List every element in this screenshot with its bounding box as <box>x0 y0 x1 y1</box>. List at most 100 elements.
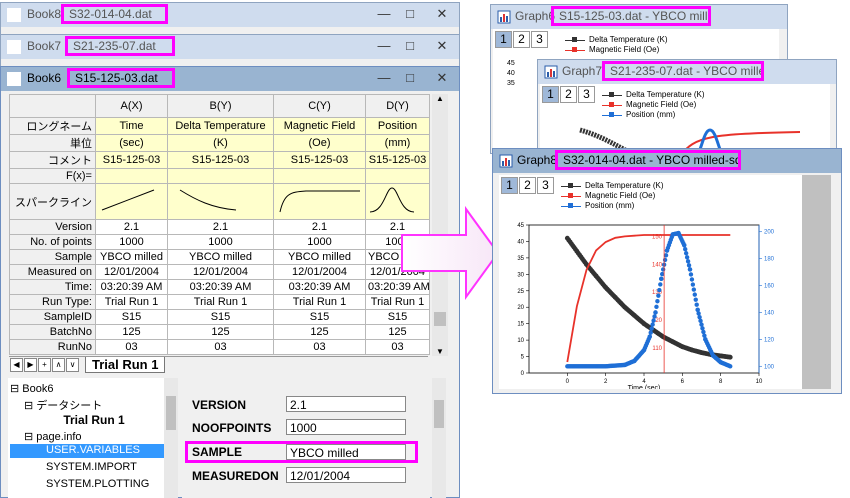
sparkline-cell[interactable] <box>95 183 168 220</box>
worksheet-cell[interactable]: 125 <box>167 324 274 340</box>
worksheet-cell[interactable]: 03:20:39 AM <box>95 279 168 295</box>
sparkline-cell[interactable] <box>273 183 366 220</box>
worksheet-cell[interactable]: S15 <box>365 309 430 325</box>
sparkline-cell[interactable] <box>167 183 274 220</box>
worksheet-cell[interactable]: 03 <box>365 339 430 355</box>
graph6-layer-tabs[interactable]: 123 <box>495 31 549 48</box>
collapse-icon[interactable]: ⊟ <box>24 400 33 412</box>
graph8-window[interactable]: Graph8 S32-014-04.dat - YBCO milled-squa… <box>492 148 842 394</box>
last-sheet-icon[interactable]: + <box>38 358 51 372</box>
row-header[interactable]: Run Type: <box>9 294 96 310</box>
worksheet-cell[interactable]: S15-125-03 <box>95 151 168 169</box>
row-header[interactable]: Measured on <box>9 264 96 280</box>
worksheet-cell[interactable] <box>167 168 274 184</box>
close-icon[interactable]: ✕ <box>431 69 453 87</box>
up-sheet-icon[interactable]: ∧ <box>52 358 65 372</box>
worksheet-cell[interactable]: YBCO milled <box>95 249 168 265</box>
close-icon[interactable]: ✕ <box>431 37 453 55</box>
tree-vscroll[interactable] <box>164 378 178 498</box>
worksheet-cell[interactable] <box>273 168 366 184</box>
column-header-c[interactable]: C(Y) <box>273 94 366 118</box>
row-header[interactable]: Version <box>9 219 96 235</box>
worksheet-cell[interactable]: 1000 <box>273 234 366 250</box>
worksheet-cell[interactable]: YBCO milled <box>167 249 274 265</box>
worksheet-cell[interactable]: Time <box>95 117 168 135</box>
worksheet-cell[interactable]: 03:20:39 AM <box>167 279 274 295</box>
tree-item-user-variables[interactable]: USER.VARIABLES <box>10 444 166 458</box>
layer-tab-3[interactable]: 3 <box>531 31 548 48</box>
row-header[interactable]: Sample <box>9 249 96 265</box>
prop-value-noofpoints[interactable]: 1000 <box>286 419 406 435</box>
tree-node-datasheet[interactable]: ⊟ データシート <box>24 397 102 413</box>
worksheet-cell[interactable]: S15-125-03 <box>167 151 274 169</box>
tree-node-sheet[interactable]: Trial Run 1 <box>46 413 125 427</box>
book8-titlebar[interactable]: Book8 S32-014-04.dat — □ ✕ <box>1 3 459 27</box>
row-header[interactable]: RunNo <box>9 339 96 355</box>
book7-titlebar[interactable]: Book7 S21-235-07.dat — □ ✕ <box>1 35 459 59</box>
minimize-icon[interactable]: — <box>373 37 395 55</box>
worksheet-cell[interactable]: 125 <box>273 324 366 340</box>
graph7-layer-tabs[interactable]: 123 <box>542 86 596 103</box>
scroll-up-icon[interactable]: ▲ <box>432 94 448 103</box>
collapse-icon[interactable]: ⊟ <box>10 383 19 395</box>
row-header[interactable]: ロングネーム <box>9 117 96 135</box>
sheet-tab-trial-run-1[interactable]: Trial Run 1 <box>85 357 166 373</box>
worksheet-cell[interactable]: Position <box>365 117 430 135</box>
scroll-thumb[interactable] <box>434 400 444 428</box>
worksheet-cell[interactable]: 2.1 <box>273 219 366 235</box>
tree-node-pageinfo[interactable]: ⊟ page.info <box>24 430 82 443</box>
maximize-icon[interactable]: □ <box>399 5 421 23</box>
maximize-icon[interactable]: □ <box>399 69 421 87</box>
first-sheet-icon[interactable]: ◀ <box>10 358 23 372</box>
row-header[interactable]: スパークライン <box>9 183 96 220</box>
row-header[interactable]: コメント <box>9 151 96 169</box>
column-header-a[interactable]: A(X) <box>95 94 168 118</box>
worksheet-cell[interactable]: 03 <box>95 339 168 355</box>
worksheet-cell[interactable]: (K) <box>167 134 274 152</box>
graph8-titlebar[interactable]: Graph8 S32-014-04.dat - YBCO milled-squa… <box>493 149 841 173</box>
graph6-titlebar[interactable]: Graph6 S15-125-03.dat - YBCO milled <box>491 5 787 29</box>
worksheet-cell[interactable]: 12/01/2004 <box>95 264 168 280</box>
worksheet-cell[interactable]: 1000 <box>95 234 168 250</box>
worksheet-cell[interactable]: S15 <box>167 309 274 325</box>
next-sheet-icon[interactable]: ▶ <box>24 358 37 372</box>
layer-tab-1[interactable]: 1 <box>542 86 559 103</box>
graph7-titlebar[interactable]: Graph7 S21-235-07.dat - YBCO milled <box>538 60 836 84</box>
maximize-icon[interactable]: □ <box>399 37 421 55</box>
worksheet-cell[interactable]: 03 <box>273 339 366 355</box>
book6-titlebar[interactable]: Book6 S15-125-03.dat — □ ✕ <box>1 67 459 91</box>
row-header[interactable]: No. of points <box>9 234 96 250</box>
worksheet-cell[interactable]: 125 <box>365 324 430 340</box>
scroll-thumb[interactable] <box>166 396 176 430</box>
prop-value-version[interactable]: 2.1 <box>286 396 406 412</box>
worksheet-cell[interactable]: Trial Run 1 <box>167 294 274 310</box>
worksheet-cell[interactable]: 2.1 <box>95 219 168 235</box>
graph8-plot[interactable]: 0 2 4 6 8 10Time (sec)05101520253035404511012… <box>499 175 802 389</box>
props-vscroll[interactable] <box>432 378 446 498</box>
minimize-icon[interactable]: — <box>373 69 395 87</box>
tree-item-system-import[interactable]: SYSTEM.IMPORT <box>46 461 137 473</box>
worksheet-cell[interactable]: 2.1 <box>167 219 274 235</box>
worksheet-cell[interactable]: Trial Run 1 <box>95 294 168 310</box>
worksheet-cell[interactable]: 125 <box>95 324 168 340</box>
grid-corner[interactable] <box>9 94 96 118</box>
worksheet-cell[interactable]: S15 <box>273 309 366 325</box>
layer-tab-1[interactable]: 1 <box>495 31 512 48</box>
worksheet-cell[interactable]: (mm) <box>365 134 430 152</box>
worksheet-cell[interactable]: (sec) <box>95 134 168 152</box>
worksheet-cell[interactable]: 03 <box>167 339 274 355</box>
minimize-icon[interactable]: — <box>373 5 395 23</box>
book7-window[interactable]: Book7 S21-235-07.dat — □ ✕ <box>0 34 460 70</box>
worksheet-cell[interactable]: S15-125-03 <box>273 151 366 169</box>
down-sheet-icon[interactable]: ∨ <box>66 358 79 372</box>
worksheet-cell[interactable] <box>365 168 430 184</box>
layer-tab-2[interactable]: 2 <box>560 86 577 103</box>
collapse-icon[interactable]: ⊟ <box>24 431 33 443</box>
book8-window[interactable]: Book8 S32-014-04.dat — □ ✕ <box>0 2 460 38</box>
scroll-down-icon[interactable]: ▼ <box>432 347 448 356</box>
worksheet-cell[interactable]: (Oe) <box>273 134 366 152</box>
row-header[interactable]: F(x)= <box>9 168 96 184</box>
row-header[interactable]: BatchNo <box>9 324 96 340</box>
graph8-page[interactable]: 123 Delta Temperature (K) Magnetic Field… <box>499 175 802 389</box>
worksheet-cell[interactable]: YBCO milled <box>273 249 366 265</box>
